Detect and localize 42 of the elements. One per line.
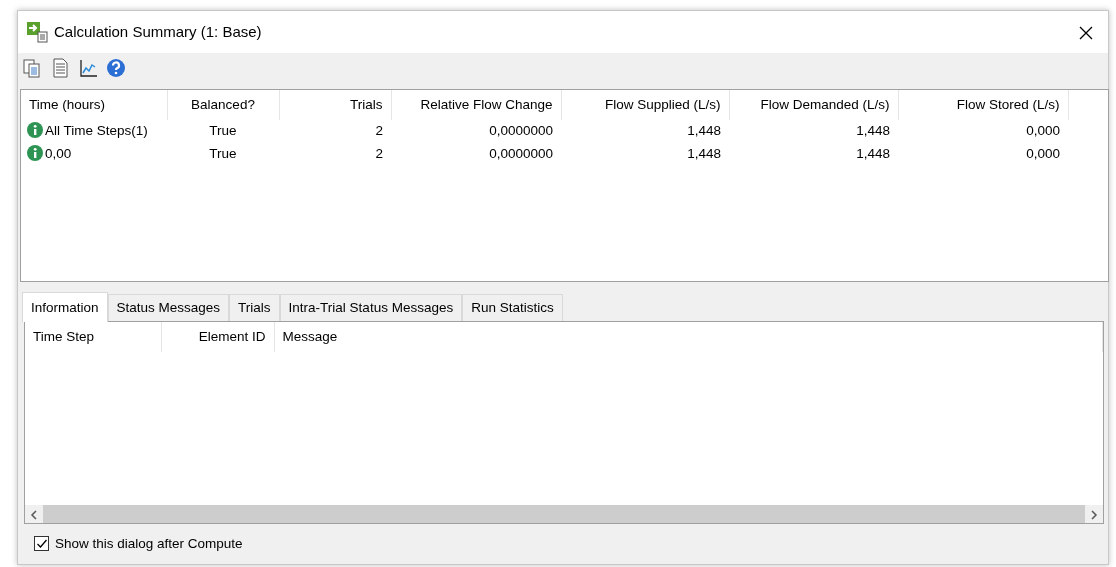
column-header[interactable]: Flow Demanded (L/s) xyxy=(729,89,898,120)
table-cell: 1,448 xyxy=(561,119,729,143)
help-icon[interactable] xyxy=(106,57,126,78)
copy-icon[interactable] xyxy=(22,57,42,78)
column-header[interactable]: Element ID xyxy=(161,321,274,352)
table-cell-text: 1,448 xyxy=(855,145,891,164)
table-cell: 1,448 xyxy=(729,119,898,143)
tab[interactable]: Status Messages xyxy=(107,293,230,321)
tab[interactable]: Run Statistics xyxy=(462,293,563,321)
table-cell: 2 xyxy=(279,119,391,143)
checkbox[interactable] xyxy=(34,536,49,552)
table-cell-text: 1,448 xyxy=(686,145,722,164)
info-icon xyxy=(27,145,43,162)
chevron-right-icon xyxy=(1090,509,1098,520)
table-cell: 0,000 xyxy=(898,119,1068,143)
column-header[interactable]: Relative Flow Change xyxy=(391,89,561,120)
column-header[interactable]: Flow Supplied (L/s) xyxy=(561,89,729,120)
column-header[interactable]: Time (hours) xyxy=(21,89,167,120)
chart-icon[interactable] xyxy=(78,57,98,78)
app-icon xyxy=(26,20,48,43)
window-title: Calculation Summary (1: Base) xyxy=(54,21,263,42)
column-header[interactable]: Trials xyxy=(279,89,391,120)
table-cell: 0,00 xyxy=(45,146,72,162)
table-cell-text: 2 xyxy=(374,145,384,164)
table-cell: 0,0000000 xyxy=(391,119,561,143)
column-header[interactable]: Time Step xyxy=(25,321,161,352)
tab[interactable]: Intra-Trial Status Messages xyxy=(279,293,463,321)
tab[interactable]: Information xyxy=(22,291,108,322)
table-cell-text: True xyxy=(208,145,238,164)
column-header[interactable]: Message xyxy=(274,321,1103,352)
chevron-left-icon xyxy=(30,509,38,520)
info-icon xyxy=(27,122,43,139)
table-cell-text: 0,000 xyxy=(1025,145,1061,164)
table-cell: True xyxy=(167,119,279,143)
column-header[interactable]: Flow Stored (L/s) xyxy=(898,89,1068,120)
column-header[interactable]: Balanced? xyxy=(167,89,279,120)
table-cell: All Time Steps(1) xyxy=(45,123,148,139)
close-icon xyxy=(1078,25,1094,42)
table-cell-text: 0,0000000 xyxy=(488,145,554,164)
checkbox-label[interactable]: Show this dialog after Compute xyxy=(55,533,243,554)
tab[interactable]: Trials xyxy=(229,293,280,321)
document-icon[interactable] xyxy=(50,57,70,78)
